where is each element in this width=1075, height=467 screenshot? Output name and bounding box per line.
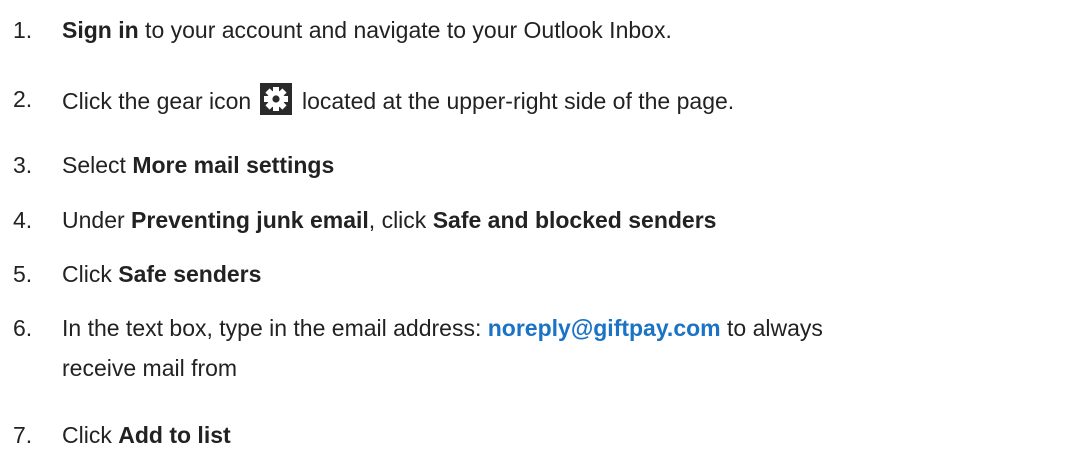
step-plain-text: to always (720, 315, 823, 341)
step-bold-text: Preventing junk email (131, 207, 369, 233)
step-number: 3. (13, 152, 33, 178)
step-text-continuation: receive mail from (62, 355, 238, 381)
instruction-list: 1. Sign in to your account and navigate … (0, 0, 1075, 467)
step-number: 1. (13, 17, 33, 43)
email-address-text: noreply@giftpay.com (487, 315, 721, 341)
step-text: Click Add to list (62, 419, 231, 451)
step-bold-text: Add to list (118, 422, 231, 448)
step-plain-text: In the text box, type in the email addre… (62, 315, 488, 341)
gear-icon (259, 83, 292, 115)
step-text: Click the gear icon located at the upper… (62, 83, 734, 117)
step-plain-text: Click (62, 422, 119, 448)
step-number: 4. (13, 207, 33, 233)
step-bold-text: Safe and blocked senders (432, 207, 717, 233)
step-number: 6. (13, 315, 33, 341)
step-number: 7. (13, 422, 33, 448)
step-plain-text: Click (62, 261, 119, 287)
step-text: Click Safe senders (62, 258, 261, 290)
step-text: Select More mail settings (62, 149, 334, 181)
step-number: 2. (13, 86, 33, 112)
step-plain-text: Click the gear icon (62, 88, 258, 114)
step-plain-text: Select (62, 152, 133, 178)
step-text: Sign in to your account and navigate to … (62, 14, 672, 46)
step-bold-text: Sign in (62, 17, 139, 43)
step-plain-text: located at the upper-right side of the p… (295, 88, 735, 114)
step-plain-text: to your account and navigate to your Out… (138, 17, 672, 43)
step-bold-text: More mail settings (132, 152, 335, 178)
step-bold-text: Safe senders (118, 261, 262, 287)
step-number: 5. (13, 261, 33, 287)
step-plain-text: Under (62, 207, 132, 233)
step-text: In the text box, type in the email addre… (62, 312, 823, 344)
step-text: Under Preventing junk email, click Safe … (62, 204, 716, 236)
step-plain-text: , click (368, 207, 433, 233)
